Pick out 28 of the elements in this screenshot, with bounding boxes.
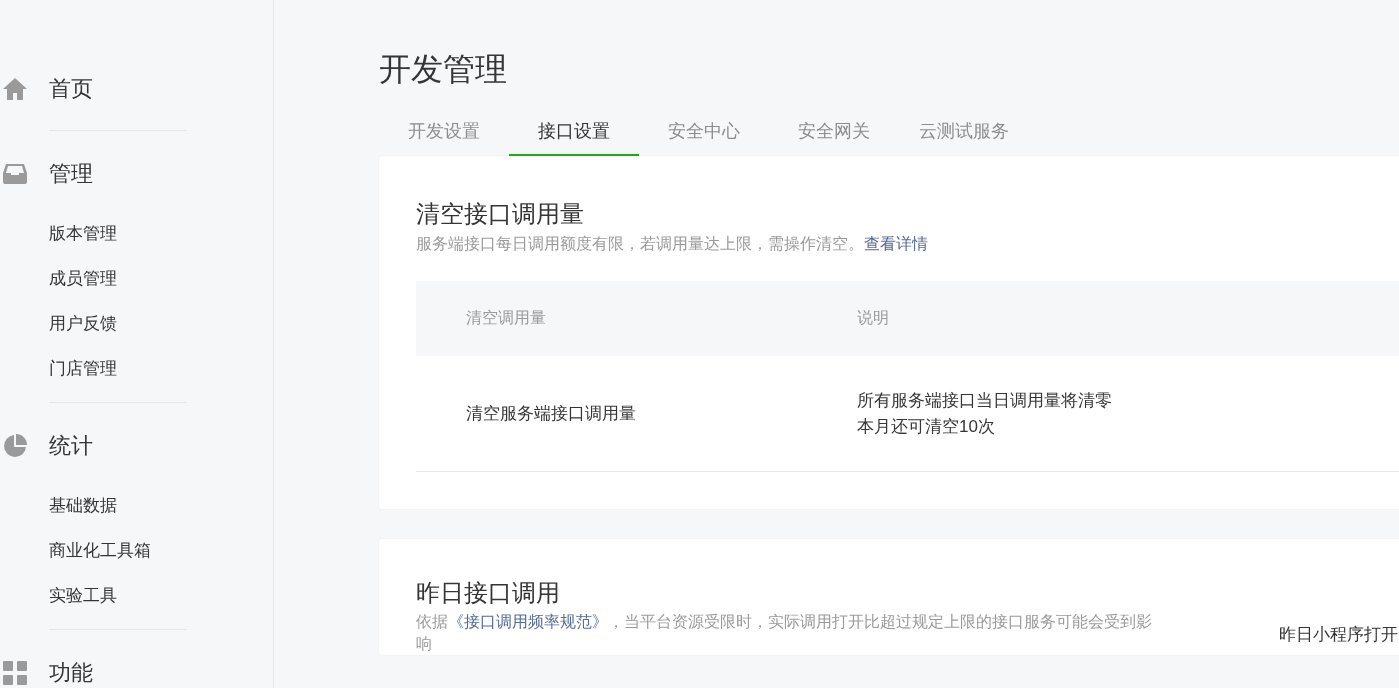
inbox-icon: [3, 164, 27, 184]
card-title: 昨日接口调用: [416, 578, 561, 608]
sidebar-section-link[interactable]: 首页: [49, 74, 93, 104]
card-description: 依据《接口调用频率规范》，当平台资源受限时，实际调用打开比超过规定上限的接口服务可能会受到影响: [416, 612, 1153, 654]
sidebar-item[interactable]: 用户反馈: [49, 313, 273, 335]
card-title: 清空接口调用量: [416, 199, 585, 229]
column-header: 清空调用量: [465, 308, 547, 328]
page-title: 开发管理: [379, 50, 508, 89]
grid-icon: [3, 661, 27, 685]
card-description: 服务端接口每日调用额度有限，若调用量达上限，需操作清空。查看详情: [416, 234, 929, 254]
sidebar-item[interactable]: 门店管理: [49, 358, 273, 380]
table-cell-text: 所有服务端接口当日调用量将清零: [857, 389, 1112, 412]
home-icon: [3, 78, 27, 100]
sidebar-item[interactable]: 实验工具: [49, 585, 273, 607]
sidebar-section-link[interactable]: 功能: [49, 658, 93, 688]
table-cell-text: 本月还可清空10次: [857, 415, 996, 438]
column-header: 说明: [857, 308, 889, 328]
sidebar-item[interactable]: 基础数据: [49, 495, 273, 517]
table-cell-text: 清空服务端接口调用量: [465, 402, 637, 425]
sidebar-item[interactable]: 商业化工具箱: [49, 540, 273, 562]
sidebar-item[interactable]: 版本管理: [49, 223, 273, 245]
stat-label: 昨日小程序打开: [1279, 624, 1398, 646]
sidebar-item[interactable]: 成员管理: [49, 268, 273, 290]
sidebar-section-link[interactable]: 统计: [49, 431, 93, 461]
sidebar-section-link[interactable]: 管理: [49, 159, 93, 189]
rules-link[interactable]: 《接口调用频率规范》: [448, 613, 608, 630]
pie-chart-icon: [3, 434, 27, 458]
details-link[interactable]: 查看详情: [864, 235, 928, 252]
